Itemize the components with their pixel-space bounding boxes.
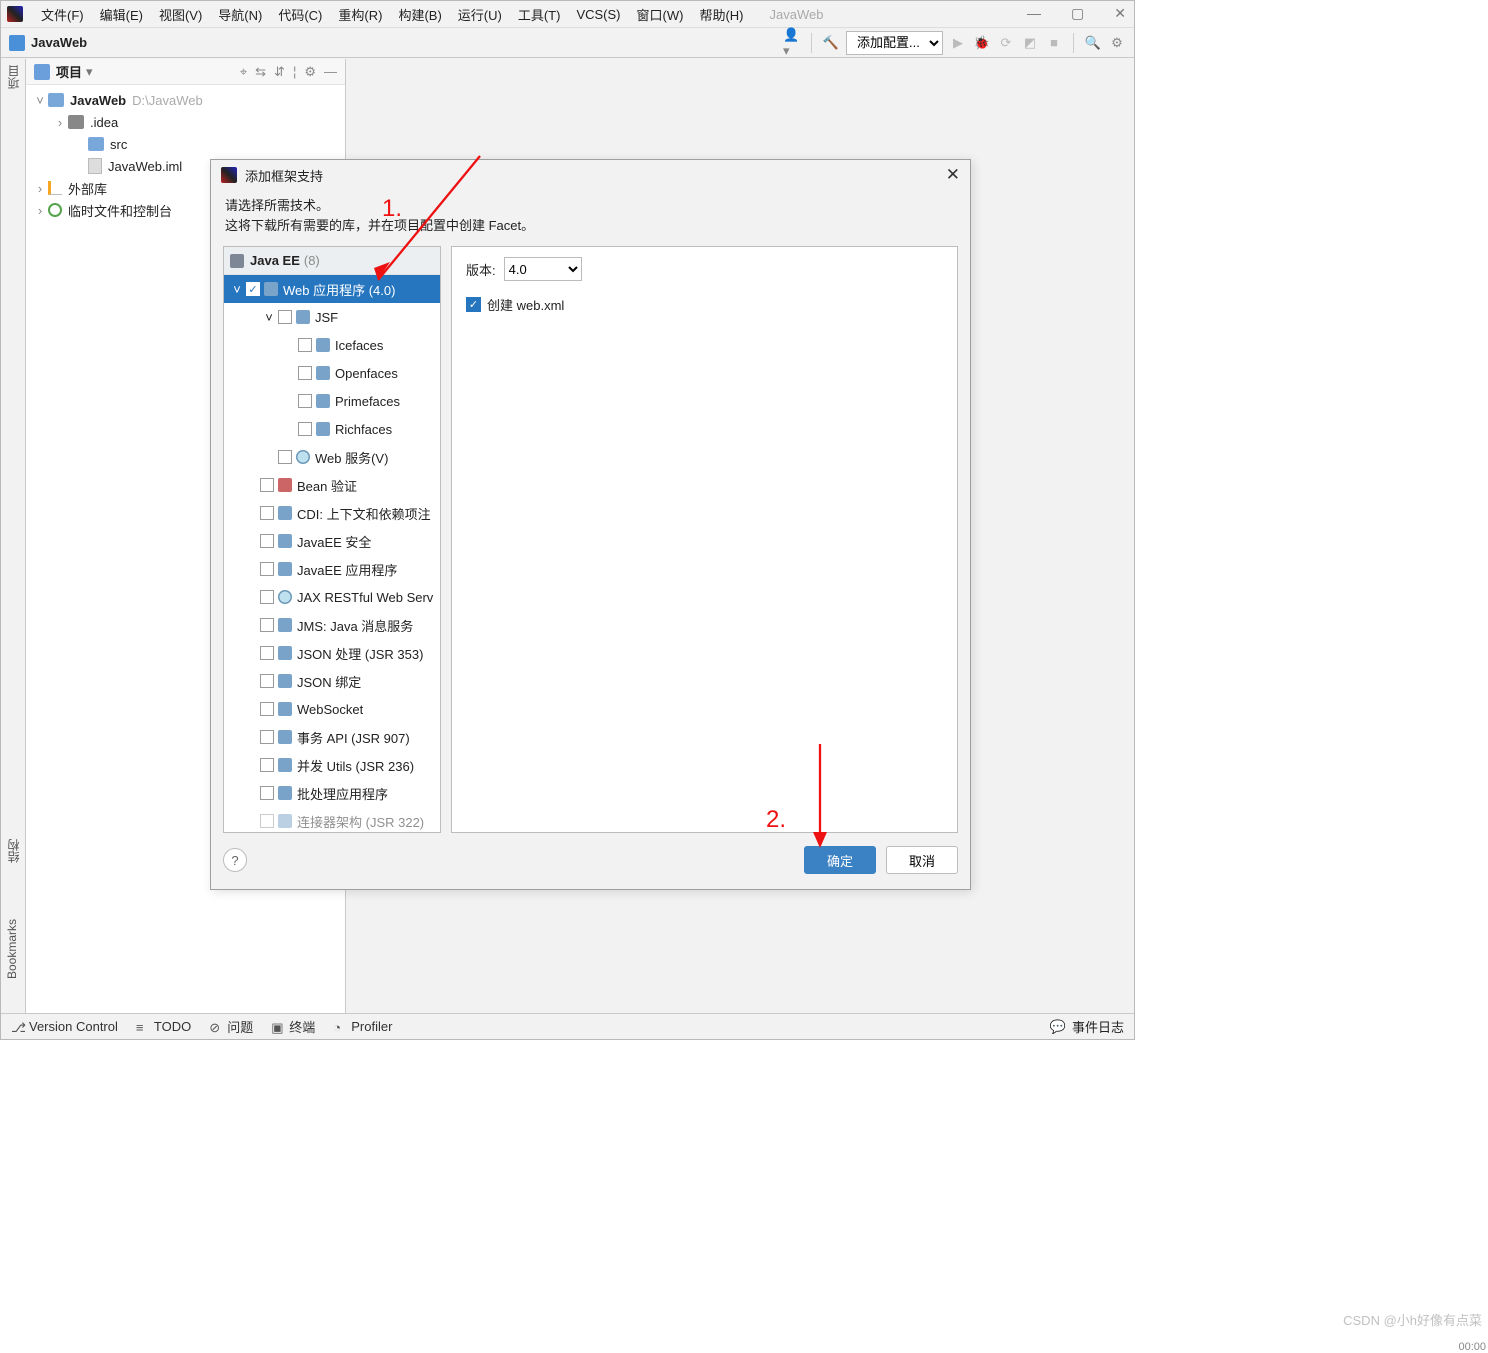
- item-webservice[interactable]: ·Web 服务(V): [224, 443, 440, 471]
- dialog-titlebar: 添加框架支持 ✕: [211, 160, 970, 190]
- titlebar-project: JavaWeb: [769, 7, 823, 22]
- item-javaee-sec[interactable]: ·JavaEE 安全: [224, 527, 440, 555]
- item-jsonp[interactable]: ·JSON 处理 (JSR 353): [224, 639, 440, 667]
- hammer-icon[interactable]: 🔨: [822, 34, 840, 52]
- close-icon[interactable]: ✕: [1114, 5, 1126, 22]
- menu-view[interactable]: 视图(V): [151, 5, 210, 24]
- menu-refactor[interactable]: 重构(R): [330, 5, 390, 24]
- window-controls: — ▢ ✕: [1027, 5, 1126, 22]
- item-cdi[interactable]: ·CDI: 上下文和依赖项注: [224, 499, 440, 527]
- coverage-icon[interactable]: ⟳: [997, 34, 1015, 52]
- framework-options: 版本: 4.0 ✓ 创建 web.xml: [451, 246, 958, 833]
- gutter-bookmarks[interactable]: Bookmarks: [5, 919, 19, 979]
- maximize-icon[interactable]: ▢: [1071, 5, 1084, 22]
- item-jms[interactable]: ·JMS: Java 消息服务: [224, 611, 440, 639]
- project-panel-title[interactable]: 项目: [56, 62, 82, 81]
- gutter-structure[interactable]: 结构: [5, 839, 22, 863]
- item-batch[interactable]: ·批处理应用程序: [224, 779, 440, 807]
- collapse-icon[interactable]: ⇵: [274, 64, 285, 80]
- app-icon: [7, 6, 23, 22]
- profiler-icon[interactable]: ◩: [1021, 34, 1039, 52]
- item-websocket[interactable]: ·WebSocket: [224, 695, 440, 723]
- item-bean[interactable]: ·Bean 验证: [224, 471, 440, 499]
- toolbar: JavaWeb 👤▾ 🔨 添加配置... ▶ 🐞 ⟳ ◩ ■ 🔍 ⚙: [1, 28, 1134, 58]
- gear-icon[interactable]: ⚙: [304, 64, 316, 80]
- left-gutter: 项目 结构 Bookmarks: [1, 59, 26, 1013]
- create-webxml-label: 创建 web.xml: [487, 295, 564, 314]
- menu-help[interactable]: 帮助(H): [691, 5, 751, 24]
- menu-nav[interactable]: 导航(N): [210, 5, 270, 24]
- framework-list[interactable]: Java EE(8) ˅ Web 应用程序 (4.0) ˅ JSF ·Icefa…: [223, 246, 441, 833]
- tree-root[interactable]: ˅ JavaWeb D:\JavaWeb: [30, 89, 341, 111]
- tree-src[interactable]: › src: [30, 133, 341, 155]
- arrow-1-icon: [360, 150, 490, 300]
- settings-icon[interactable]: ⚙: [1108, 34, 1126, 52]
- menu-window[interactable]: 窗口(W): [629, 5, 692, 24]
- item-jsonb[interactable]: ·JSON 绑定: [224, 667, 440, 695]
- breadcrumb-project[interactable]: JavaWeb: [31, 35, 87, 50]
- gutter-project[interactable]: 项目: [5, 65, 22, 89]
- cancel-button[interactable]: 取消: [886, 846, 958, 874]
- dialog-icon: [221, 167, 237, 183]
- menu-run[interactable]: 运行(U): [450, 5, 510, 24]
- status-terminal[interactable]: ▣终端: [271, 1017, 315, 1036]
- item-richfaces[interactable]: ·Richfaces: [224, 415, 440, 443]
- dialog-title: 添加框架支持: [245, 166, 323, 185]
- search-icon[interactable]: 🔍: [1084, 34, 1102, 52]
- java-ee-icon: [230, 254, 244, 268]
- item-connector[interactable]: ·连接器架构 (JSR 322): [224, 807, 440, 833]
- menu-vcs[interactable]: VCS(S): [568, 7, 628, 22]
- item-primefaces[interactable]: ·Primefaces: [224, 387, 440, 415]
- footer-time: 00:00: [1458, 1341, 1486, 1353]
- item-txn[interactable]: ·事务 API (JSR 907): [224, 723, 440, 751]
- checkbox-icon[interactable]: [246, 282, 260, 296]
- minimize-icon[interactable]: —: [1027, 5, 1041, 22]
- status-events[interactable]: 事件日志: [1072, 1017, 1124, 1036]
- target-icon[interactable]: ⌖: [240, 64, 247, 80]
- menu-edit[interactable]: 编辑(E): [92, 5, 151, 24]
- item-javaee-app[interactable]: ·JavaEE 应用程序: [224, 555, 440, 583]
- expand-icon[interactable]: ⇆: [255, 64, 266, 80]
- menu-file[interactable]: 文件(F): [33, 5, 92, 24]
- project-view-icon: [34, 64, 50, 80]
- dialog-instructions: 请选择所需技术。 这将下载所有需要的库，并在项目配置中创建 Facet。: [211, 190, 970, 236]
- run-icon[interactable]: ▶: [949, 34, 967, 52]
- project-panel-header: 项目 ▾ ⌖ ⇆ ⇵ ¦ ⚙ —: [26, 59, 345, 85]
- run-config-select[interactable]: 添加配置...: [846, 31, 943, 55]
- watermark: CSDN @小h好像有点菜: [1343, 1310, 1482, 1329]
- status-bar: ⎇Version Control ≡TODO ⊘问题 ▣终端 ◔Profiler…: [1, 1013, 1134, 1039]
- menu-build[interactable]: 构建(B): [390, 5, 449, 24]
- arrow-2-icon: [800, 740, 840, 860]
- menu-code[interactable]: 代码(C): [270, 5, 330, 24]
- status-problems[interactable]: ⊘问题: [209, 1017, 253, 1036]
- menu-tools[interactable]: 工具(T): [510, 5, 569, 24]
- version-select[interactable]: 4.0: [504, 257, 582, 281]
- hide-icon[interactable]: —: [324, 64, 337, 80]
- item-jsf[interactable]: ˅ JSF: [224, 303, 440, 331]
- help-button[interactable]: ?: [223, 848, 247, 872]
- item-openfaces[interactable]: ·Openfaces: [224, 359, 440, 387]
- divider-icon: ¦: [293, 64, 296, 80]
- chevron-down-icon[interactable]: ▾: [86, 64, 93, 80]
- menu-bar: 文件(F) 编辑(E) 视图(V) 导航(N) 代码(C) 重构(R) 构建(B…: [1, 1, 1134, 28]
- status-events-icon[interactable]: 💬: [1050, 1019, 1066, 1035]
- tree-idea[interactable]: › .idea: [30, 111, 341, 133]
- status-todo[interactable]: ≡TODO: [136, 1019, 191, 1034]
- debug-icon[interactable]: 🐞: [973, 34, 991, 52]
- stop-icon[interactable]: ■: [1045, 34, 1063, 52]
- project-folder-icon: [9, 35, 25, 51]
- status-vcs[interactable]: ⎇Version Control: [11, 1019, 118, 1034]
- dialog-close-icon[interactable]: ✕: [946, 165, 960, 185]
- item-concurrent[interactable]: ·并发 Utils (JSR 236): [224, 751, 440, 779]
- add-framework-dialog: 添加框架支持 ✕ 请选择所需技术。 这将下载所有需要的库，并在项目配置中创建 F…: [210, 159, 971, 890]
- user-icon[interactable]: 👤▾: [783, 34, 801, 52]
- item-icefaces[interactable]: ·Icefaces: [224, 331, 440, 359]
- status-profiler[interactable]: ◔Profiler: [333, 1019, 392, 1034]
- item-jax[interactable]: ·JAX RESTful Web Serv: [224, 583, 440, 611]
